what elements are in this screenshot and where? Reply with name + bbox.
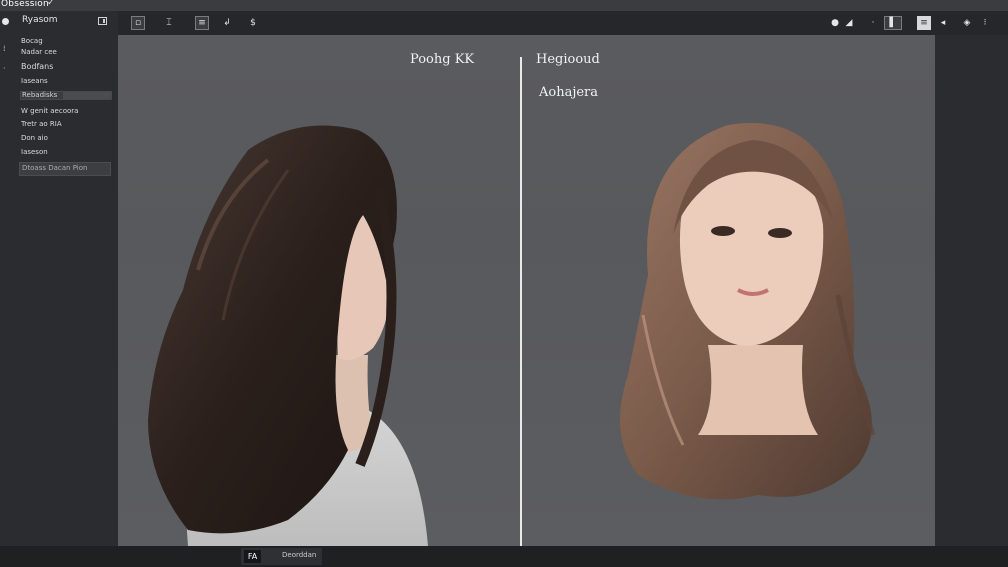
sidebar-item-bodfans[interactable]: Bodfans [21,62,53,71]
sidebar-item-don[interactable]: Don aio [21,134,48,142]
text-cursor-icon[interactable]: ⌶ [162,16,176,30]
sidebar: Ryasom ⁞ · Bocag Nadar cee Bodfans Iasea… [0,11,119,567]
sidebar-field-rebadisks[interactable]: Rebadisks [20,91,112,100]
bottom-bar: FA Deorddan [0,546,1008,567]
bottom-tab[interactable]: FA Deorddan [241,548,322,565]
list-icon[interactable]: ≡ [195,16,209,30]
pen-icon[interactable]: ◂ [936,16,950,30]
left-panel-label: Poohg KK [410,52,475,67]
sidebar-item-tretr[interactable]: Tretr ao RIA [21,120,62,128]
right-gutter [935,35,1008,546]
right-panel-label: Hegiooud [536,52,600,67]
sidebar-item-bocag[interactable]: Bocag [21,37,43,45]
sidebar-item-iaseans[interactable]: Iaseans [21,77,48,85]
dot-icon[interactable]: · [866,16,880,30]
sidebar-select-label: Dtoass Dacan Pion [22,164,88,172]
overflow-icon[interactable]: ⁝ [978,16,992,30]
tab-label: Deorddan [282,551,317,559]
sidebar-item-nadar[interactable]: Nadar cee [21,48,57,56]
pin-icon[interactable]: ● [828,16,842,30]
frame-icon[interactable]: ▫ [131,16,145,30]
record-icon[interactable] [2,18,9,25]
sidebar-item-iaseson[interactable]: Iaseson [21,148,48,156]
layout-icon[interactable]: ▌ [884,16,902,30]
brush-icon[interactable]: ◢ [842,16,856,30]
small-dot-icon[interactable]: · [3,64,6,73]
document-icon[interactable]: ≡ [917,16,931,30]
sidebar-field-label: Rebadisks [22,91,58,99]
edit-title-icon[interactable]: ✓ [47,0,55,8]
eye-icon[interactable]: ◈ [960,16,974,30]
panel-toggle-icon[interactable] [98,17,107,25]
sidebar-item-genit[interactable]: W genit aecoora [21,107,78,115]
image-canvas[interactable]: Poohg KK Hegiooud Aohajera [118,35,935,546]
tab-icon: FA [244,550,261,563]
right-portrait-image [620,122,876,500]
arrow-icon[interactable]: ↲ [220,16,234,30]
left-portrait-image [148,125,428,546]
sidebar-select[interactable]: Dtoass Dacan Pion [19,162,111,176]
sidebar-header-label: Ryasom [22,15,58,25]
sidebar-field-value [63,92,111,99]
compare-divider[interactable] [520,57,522,546]
bookmark-icon[interactable]: ⁞ [3,44,6,53]
window-title: Obsession [1,0,49,9]
currency-icon[interactable]: $ [246,16,260,30]
sidebar-header: Ryasom [0,11,118,33]
top-toolbar: ▫ ⌶ ≡ ↲ $ ● ◢ · ▌ ≡ ◂ ◈ ⁝ [118,11,1008,35]
right-panel-sublabel: Aohajera [539,85,599,100]
